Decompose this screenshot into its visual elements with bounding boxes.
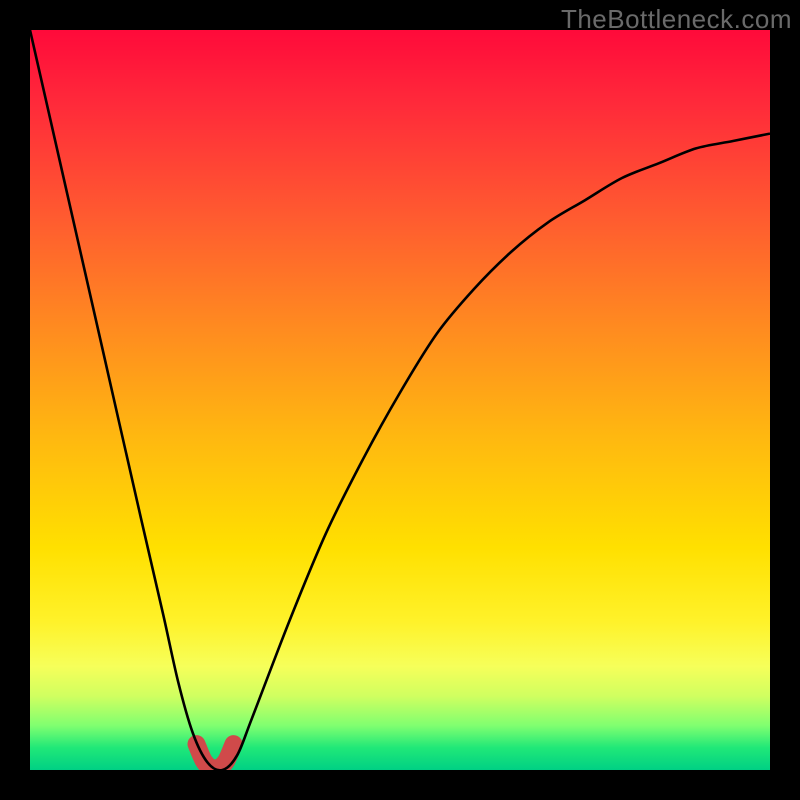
chart-frame: TheBottleneck.com	[0, 0, 800, 800]
watermark-text: TheBottleneck.com	[561, 4, 792, 35]
curve-svg	[30, 30, 770, 770]
bottleneck-curve	[30, 30, 770, 770]
plot-area	[30, 30, 770, 770]
trough-highlight	[197, 744, 234, 768]
